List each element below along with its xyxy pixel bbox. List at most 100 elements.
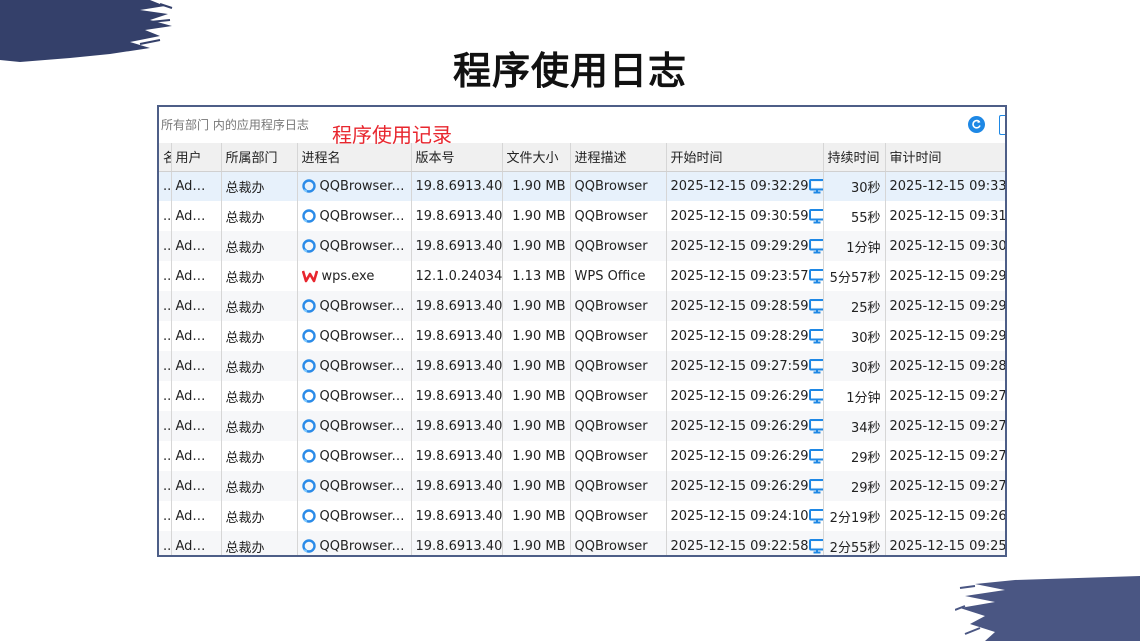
monitor-icon[interactable] [808, 208, 822, 224]
column-header[interactable]: 审计时间 [885, 143, 1005, 172]
cell-department: 总裁办 [221, 501, 298, 531]
table-row[interactable]: ...Admi...总裁办 wps.exe 12.1.0.240341.13 MBW… [159, 261, 1005, 291]
table-row[interactable]: ...Admi...总裁办QQBrowser....19.8.6913.4001… [159, 411, 1005, 441]
annotation-label: 程序使用记录 [332, 123, 452, 147]
cell-process: wps.exe [297, 261, 412, 291]
cell-duration: 25秒 [823, 291, 886, 321]
cell-name: ... [159, 501, 172, 531]
column-header[interactable]: 所属部门 [221, 143, 298, 172]
cell-duration: 29秒 [823, 441, 886, 471]
monitor-icon[interactable] [808, 538, 822, 554]
table-row[interactable]: ...Admi...总裁办QQBrowser....19.8.6913.4001… [159, 351, 1005, 381]
qqbrowser-icon [301, 299, 316, 313]
cell-start-time: 2025-12-15 09:22:58 [666, 531, 824, 555]
monitor-icon[interactable] [808, 238, 822, 254]
qqbrowser-icon [301, 449, 316, 463]
cell-department: 总裁办 [221, 231, 298, 261]
cell-audit-time: 2025-12-15 09:27:3 [885, 381, 1005, 411]
cell-audit-time: 2025-12-15 09:29:0 [885, 321, 1005, 351]
cell-user: Admi... [171, 291, 222, 321]
cell-version: 12.1.0.24034 [411, 261, 503, 291]
cell-user: Admi... [171, 501, 222, 531]
monitor-icon[interactable] [808, 478, 822, 494]
monitor-icon[interactable] [808, 298, 822, 314]
process-name: QQBrowser.... [319, 208, 407, 224]
cell-version: 19.8.6913.400 [411, 231, 503, 261]
qqbrowser-icon [301, 509, 316, 523]
cell-version: 19.8.6913.400 [411, 171, 503, 201]
column-header[interactable]: 开始时间 [666, 143, 824, 172]
table-row[interactable]: ...Admi...总裁办QQBrowser....19.8.6913.4001… [159, 231, 1005, 261]
cell-process: QQBrowser.... [297, 411, 412, 441]
app-log-table: 名称用户所属部门进程名版本号文件大小进程描述开始时间持续时间审计时间 ...Ad… [159, 143, 1005, 555]
column-header[interactable]: 名称 [159, 143, 172, 172]
cell-file-size: 1.90 MB [502, 231, 571, 261]
table-row[interactable]: ...Admi...总裁办QQBrowser....19.8.6913.4001… [159, 171, 1005, 201]
cell-user: Admi... [171, 531, 222, 555]
cell-file-size: 1.90 MB [502, 291, 571, 321]
column-header[interactable]: 持续时间 [823, 143, 886, 172]
cell-file-size: 1.90 MB [502, 321, 571, 351]
start-time: 2025-12-15 09:26:29 [670, 448, 809, 464]
cell-audit-time: 2025-12-15 09:28:2 [885, 351, 1005, 381]
process-name: QQBrowser.... [319, 448, 407, 464]
monitor-icon[interactable] [808, 268, 822, 284]
cell-department: 总裁办 [221, 201, 298, 231]
column-header[interactable]: 用户 [171, 143, 222, 172]
monitor-icon[interactable] [808, 358, 822, 374]
cell-duration: 29秒 [823, 471, 886, 501]
panel-edge-icon[interactable] [999, 115, 1005, 135]
refresh-icon[interactable] [968, 116, 985, 133]
cell-version: 19.8.6913.400 [411, 351, 503, 381]
cell-name: ... [159, 411, 172, 441]
column-header[interactable]: 进程描述 [570, 143, 667, 172]
cell-process: QQBrowser.... [297, 231, 412, 261]
cell-file-size: 1.90 MB [502, 381, 571, 411]
process-name: QQBrowser.... [319, 478, 407, 494]
cell-process: QQBrowser.... [297, 321, 412, 351]
monitor-icon[interactable] [808, 418, 822, 434]
table-row[interactable]: ...Admi...总裁办QQBrowser....19.8.6913.4001… [159, 471, 1005, 501]
cell-description: QQBrowser [570, 291, 667, 321]
start-time: 2025-12-15 09:30:59 [670, 208, 809, 224]
monitor-icon[interactable] [808, 448, 822, 464]
process-name: QQBrowser.... [319, 298, 407, 314]
table-row[interactable]: ...Admi...总裁办QQBrowser....19.8.6913.4001… [159, 501, 1005, 531]
process-name: QQBrowser.... [319, 418, 407, 434]
cell-duration: 55秒 [823, 201, 886, 231]
monitor-icon[interactable] [808, 328, 822, 344]
table-row[interactable]: ...Admi...总裁办QQBrowser....19.8.6913.4001… [159, 201, 1005, 231]
table-row[interactable]: ...Admi...总裁办QQBrowser....19.8.6913.4001… [159, 381, 1005, 411]
column-header[interactable]: 版本号 [411, 143, 503, 172]
process-name: QQBrowser.... [319, 328, 407, 344]
cell-audit-time: 2025-12-15 09:27:0 [885, 411, 1005, 441]
cell-description: QQBrowser [570, 321, 667, 351]
cell-start-time: 2025-12-15 09:26:29 [666, 381, 824, 411]
table-row[interactable]: ...Admi...总裁办QQBrowser....19.8.6913.4001… [159, 531, 1005, 555]
cell-process: QQBrowser.... [297, 351, 412, 381]
cell-department: 总裁办 [221, 351, 298, 381]
table-row[interactable]: ...Admi...总裁办QQBrowser....19.8.6913.4001… [159, 441, 1005, 471]
monitor-icon[interactable] [808, 178, 822, 194]
cell-file-size: 1.90 MB [502, 411, 571, 441]
cell-start-time: 2025-12-15 09:23:57 [666, 261, 824, 291]
cell-department: 总裁办 [221, 381, 298, 411]
table-row[interactable]: ...Admi...总裁办QQBrowser....19.8.6913.4001… [159, 291, 1005, 321]
column-header[interactable]: 文件大小 [502, 143, 571, 172]
slide-title: 程序使用日志 [452, 49, 687, 93]
cell-audit-time: 2025-12-15 09:25:5 [885, 531, 1005, 555]
start-time: 2025-12-15 09:28:29 [670, 328, 809, 344]
cell-audit-time: 2025-12-15 09:27:0 [885, 441, 1005, 471]
cell-user: Admi... [171, 351, 222, 381]
window-toolbar: 所有部门 内的应用程序日志 [159, 107, 1005, 143]
table-row[interactable]: ...Admi...总裁办QQBrowser....19.8.6913.4001… [159, 321, 1005, 351]
monitor-icon[interactable] [808, 508, 822, 524]
cell-department: 总裁办 [221, 321, 298, 351]
monitor-icon[interactable] [808, 388, 822, 404]
cell-department: 总裁办 [221, 411, 298, 441]
cell-version: 19.8.6913.400 [411, 381, 503, 411]
cell-department: 总裁办 [221, 441, 298, 471]
cell-audit-time: 2025-12-15 09:27:0 [885, 471, 1005, 501]
column-header[interactable]: 进程名 [297, 143, 412, 172]
cell-start-time: 2025-12-15 09:26:29 [666, 411, 824, 441]
